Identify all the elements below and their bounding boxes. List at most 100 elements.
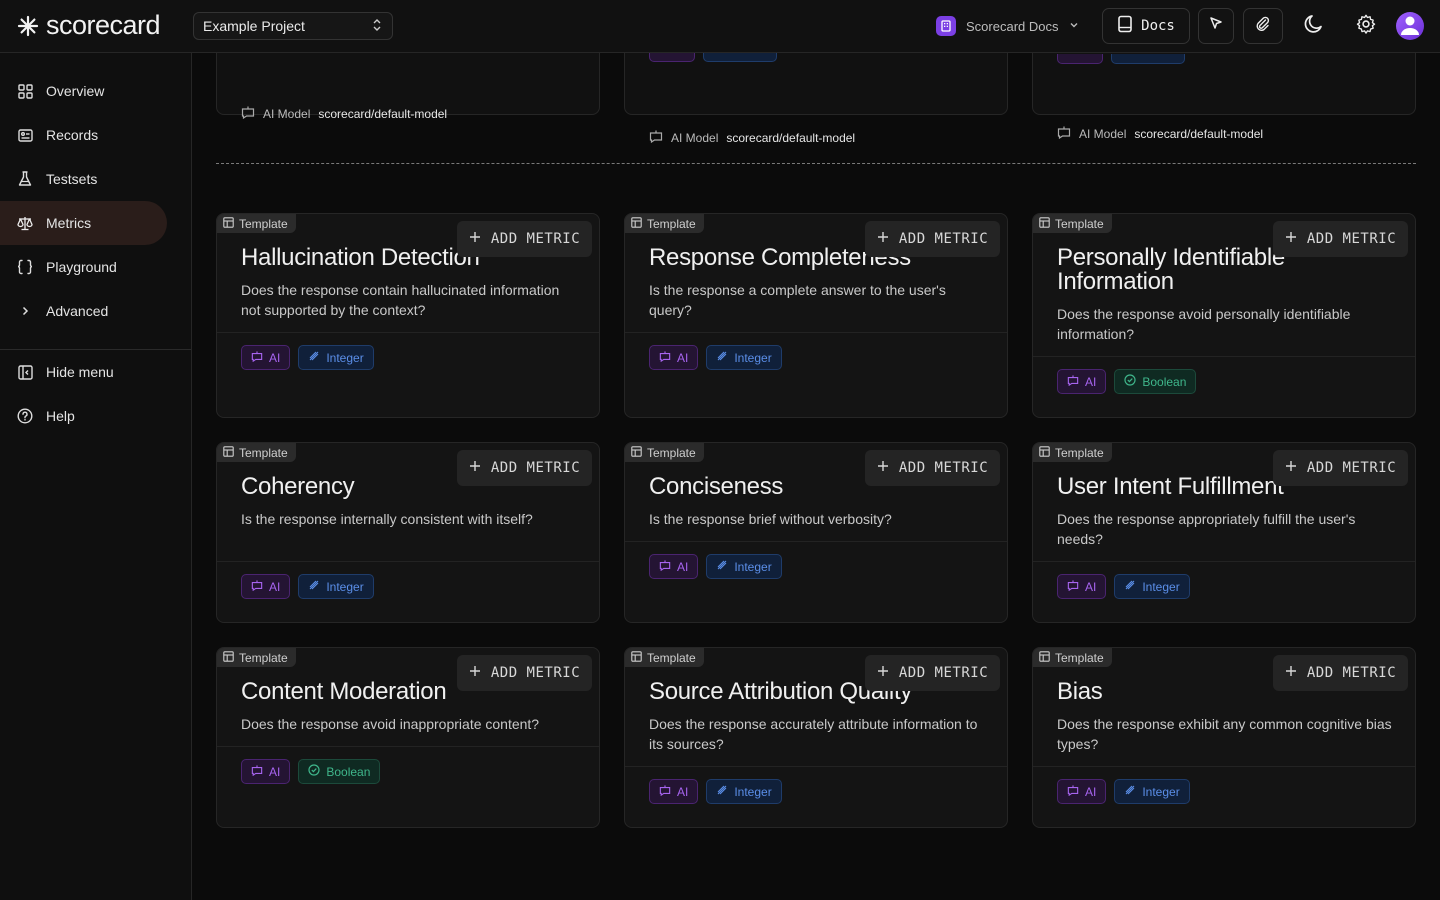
metric-template-card[interactable]: Template Coherency ADD METRIC Is the respon… — [216, 442, 600, 623]
tag-ai: AI — [241, 759, 291, 784]
template-label: Template — [1055, 445, 1104, 460]
metric-template-card[interactable]: Template Response Completeness ADD METRIC I… — [624, 213, 1008, 418]
tag-row — [1057, 54, 1185, 64]
tag-ai: AI — [1057, 369, 1107, 394]
docs-button[interactable]: Docs — [1102, 8, 1190, 44]
metric-description: Does the response appropriately fulfill … — [1057, 511, 1356, 547]
plus-icon — [469, 231, 481, 247]
theme-toggle[interactable] — [1301, 13, 1327, 39]
template-badge: Template — [217, 648, 296, 667]
avatar[interactable] — [1396, 12, 1424, 40]
add-metric-button[interactable]: ADD METRIC — [1273, 450, 1408, 486]
ruler-icon — [716, 784, 728, 799]
ai-model-row: AI Model scorecard/default-model — [241, 106, 447, 122]
main-content: AI Model scorecard/default-model AI Mode… — [192, 53, 1440, 900]
tag-integer — [703, 53, 777, 62]
tag-ai: AI — [649, 779, 699, 804]
plus-icon — [1285, 460, 1297, 476]
template-badge: Template — [1033, 214, 1112, 233]
gear-icon — [1355, 13, 1377, 40]
tag-label: Integer — [734, 350, 772, 365]
card-divider — [625, 766, 1007, 767]
add-metric-button[interactable]: ADD METRIC — [1273, 221, 1408, 257]
metric-template-card[interactable]: Template Personally Identifiable Informat… — [1032, 213, 1416, 418]
pointer-button[interactable] — [1198, 8, 1234, 44]
tag-row: AI Integer — [1057, 779, 1190, 804]
plus-icon — [1285, 231, 1297, 247]
tag-label: Boolean — [1142, 374, 1187, 389]
tag-integer: Integer — [298, 574, 374, 599]
metric-template-card[interactable]: Template Content Moderation ADD METRIC Does… — [216, 647, 600, 828]
bot-icon — [659, 350, 671, 365]
metric-template-card[interactable]: Template Conciseness ADD METRIC Is the resp… — [624, 442, 1008, 623]
metric-card[interactable]: AI Model scorecard/default-model — [624, 53, 1008, 145]
sidebar-item-metrics[interactable]: Metrics — [0, 201, 167, 245]
bot-icon — [1067, 579, 1079, 594]
attach-button[interactable] — [1243, 8, 1283, 44]
card-divider — [217, 332, 599, 333]
sidebar-item-label: Help — [46, 408, 75, 424]
tag-label: Integer — [326, 579, 364, 594]
add-metric-button[interactable]: ADD METRIC — [865, 221, 1000, 257]
tag-boolean: Boolean — [298, 759, 381, 784]
cursor-pointer-icon — [1208, 16, 1224, 37]
settings-button[interactable] — [1353, 13, 1379, 39]
ruler-icon — [716, 559, 728, 574]
sidebar-item-hide-menu[interactable]: Hide menu — [0, 350, 167, 394]
tag-ai: AI — [241, 574, 291, 599]
sidebar-item-help[interactable]: Help — [0, 394, 167, 438]
add-metric-button[interactable]: ADD METRIC — [865, 655, 1000, 691]
template-label: Template — [239, 445, 288, 460]
tag-ai: AI — [1057, 779, 1107, 804]
add-metric-button[interactable]: ADD METRIC — [457, 221, 592, 257]
tag-label: Integer — [1142, 784, 1180, 799]
metric-card[interactable]: AI Model scorecard/default-model — [1032, 53, 1416, 141]
ai-model-row: AI Model scorecard/default-model — [1057, 126, 1263, 142]
metric-title: Conciseness — [649, 473, 784, 500]
metric-description: Does the response avoid inappropriate co… — [241, 716, 540, 732]
template-badge: Template — [217, 214, 296, 233]
tag-row: AI Integer — [241, 345, 374, 370]
sidebar-item-advanced[interactable]: Advanced — [0, 289, 167, 333]
project-select[interactable]: Example Project — [193, 12, 393, 40]
tag-row — [649, 53, 777, 62]
tag-label: AI — [1085, 374, 1097, 389]
sidebar-item-records[interactable]: Records — [0, 113, 167, 157]
metric-template-card[interactable]: Template Source Attribution Quality ADD ME… — [624, 647, 1008, 828]
tag-row: AI Integer — [649, 345, 782, 370]
project-select-value: Example Project — [203, 18, 305, 34]
metric-template-card[interactable]: Template Hallucination Detection ADD METRI… — [216, 213, 600, 418]
template-badge: Template — [217, 443, 296, 462]
tag-row: AI Integer — [241, 574, 374, 599]
check-circle-icon — [1124, 374, 1136, 389]
tag-integer: Integer — [706, 554, 782, 579]
tag-label: Boolean — [326, 764, 371, 779]
metric-description: Is the response internally consistent wi… — [241, 511, 533, 527]
add-metric-button[interactable]: ADD METRIC — [457, 655, 592, 691]
tag-row: AI Boolean — [241, 759, 381, 784]
add-metric-label: ADD METRIC — [898, 665, 989, 681]
tag-label: AI — [269, 579, 281, 594]
logo[interactable]: scorecard — [16, 10, 161, 41]
add-metric-button[interactable]: ADD METRIC — [1273, 655, 1408, 691]
card-divider — [217, 561, 599, 562]
sidebar-item-overview[interactable]: Overview — [0, 69, 167, 113]
metric-template-card[interactable]: Template Bias ADD METRIC Does the response … — [1032, 647, 1416, 828]
tag-row: AI Integer — [1057, 574, 1190, 599]
metric-card[interactable]: AI Model scorecard/default-model — [216, 53, 600, 121]
add-metric-button[interactable]: ADD METRIC — [457, 450, 592, 486]
sidebar-item-label: Metrics — [46, 215, 92, 231]
sidebar-item-testsets[interactable]: Testsets — [0, 157, 167, 201]
tag-integer: Integer — [706, 345, 782, 370]
tag-integer: Integer — [298, 345, 374, 370]
template-badge: Template — [625, 214, 704, 233]
tag-label: AI — [269, 764, 281, 779]
add-metric-label: ADD METRIC — [898, 231, 989, 247]
sidebar-item-playground[interactable]: Playground — [0, 245, 167, 289]
docs-org-select[interactable]: Scorecard Docs — [936, 14, 1080, 38]
add-metric-label: ADD METRIC — [490, 665, 581, 681]
metric-template-card[interactable]: Template User Intent Fulfillment ADD METRI… — [1032, 442, 1416, 623]
card-divider — [217, 746, 599, 747]
add-metric-button[interactable]: ADD METRIC — [865, 450, 1000, 486]
metric-description: Is the response a complete answer to the… — [649, 282, 946, 318]
